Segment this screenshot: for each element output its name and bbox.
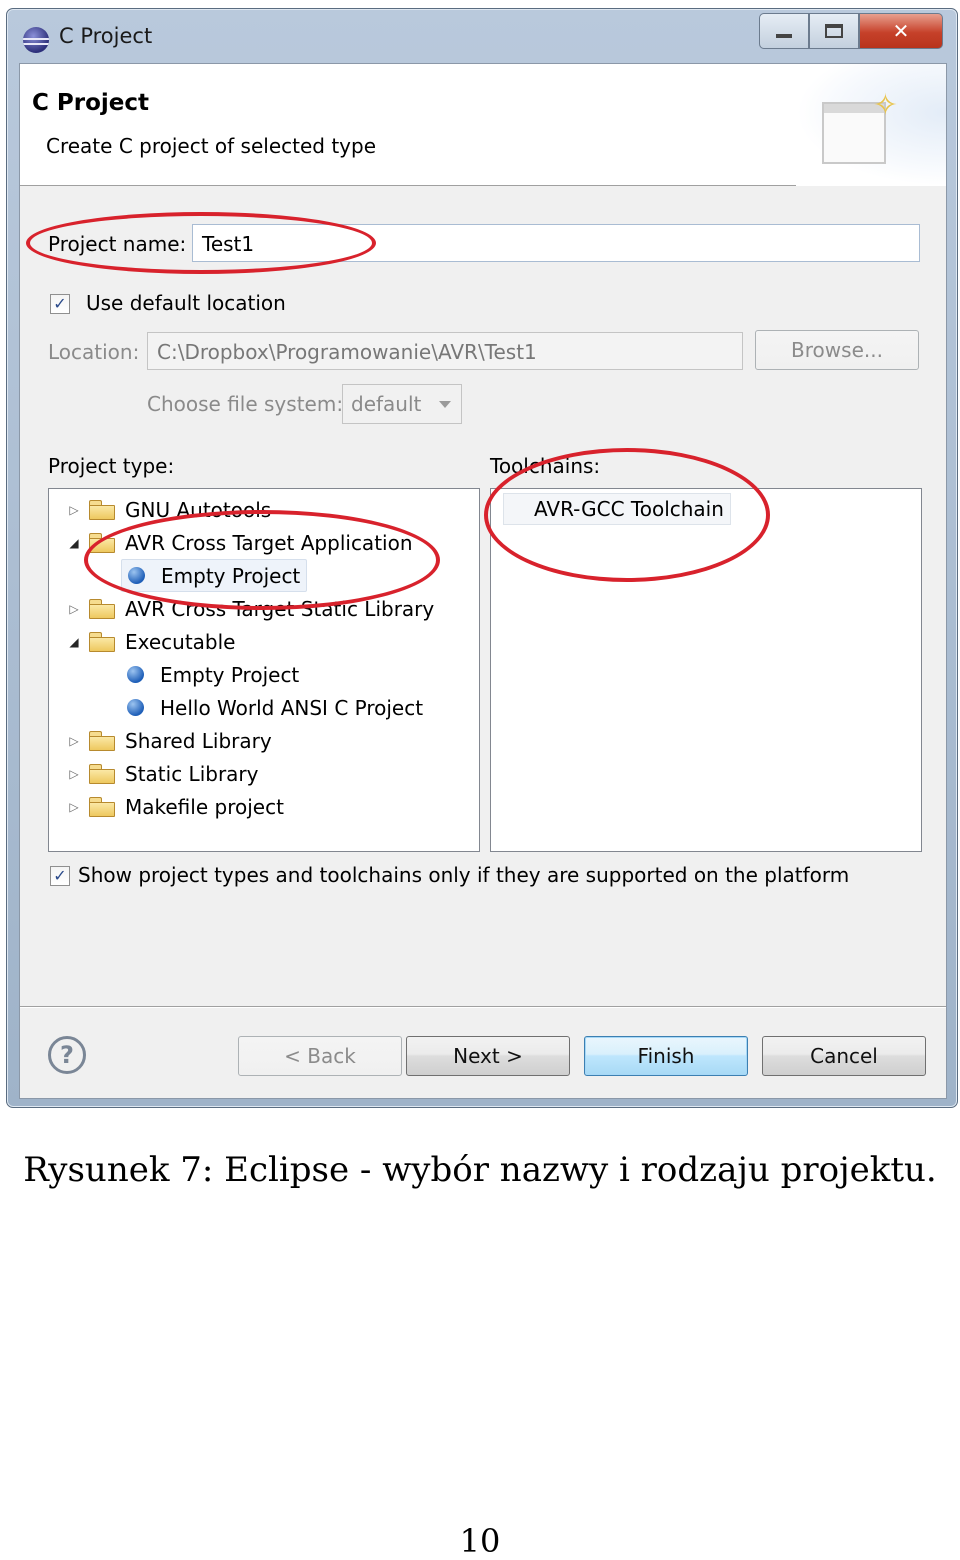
minimize-button[interactable]	[759, 13, 809, 49]
close-button[interactable]: ✕	[859, 13, 943, 49]
folder-icon	[89, 533, 115, 553]
tree-item-label: Empty Project	[160, 662, 300, 687]
tree-item-shared-library[interactable]: ▷ Shared Library	[63, 724, 272, 757]
tree-item-avr-empty-project[interactable]: Empty Project	[121, 559, 308, 592]
expand-arrow-icon[interactable]: ▷	[63, 734, 85, 748]
tree-item-label: AVR Cross Target Static Library	[125, 596, 435, 621]
browse-button[interactable]: Browse...	[755, 330, 919, 370]
title-bar[interactable]: C Project ✕	[7, 9, 957, 63]
toolchains-list[interactable]: AVR-GCC Toolchain	[490, 488, 922, 852]
project-type-label: Project type:	[48, 454, 175, 478]
tree-item-executable-empty-project[interactable]: Empty Project	[121, 658, 299, 691]
tree-item-executable[interactable]: ◢ Executable	[63, 625, 236, 658]
tree-item-gnu-autotools[interactable]: ▷ GNU Autotools	[63, 493, 271, 526]
page-description: Create C project of selected type	[46, 134, 376, 158]
minimize-icon	[776, 34, 792, 38]
chevron-down-icon	[439, 401, 451, 408]
maximize-icon	[825, 24, 843, 38]
expand-arrow-icon[interactable]: ▷	[63, 800, 85, 814]
tree-item-label: Hello World ANSI C Project	[160, 695, 424, 720]
collapse-arrow-icon[interactable]: ◢	[63, 536, 85, 550]
tree-item-hello-world-ansi-c[interactable]: Hello World ANSI C Project	[121, 691, 423, 724]
toolchain-item-avr-gcc[interactable]: AVR-GCC Toolchain	[503, 493, 731, 525]
expand-arrow-icon[interactable]: ▷	[63, 767, 85, 781]
check-icon: ✓	[53, 294, 67, 313]
tree-item-label: Executable	[125, 629, 236, 654]
toolchains-label: Toolchains:	[490, 454, 601, 478]
tree-item-makefile-project[interactable]: ▷ Makefile project	[63, 790, 284, 823]
project-type-tree[interactable]: ▷ GNU Autotools ◢ AVR Cross Target Appli…	[48, 488, 480, 852]
wizard-banner-icon: ✧	[822, 88, 898, 166]
location-label: Location:	[48, 340, 140, 364]
window-title: C Project	[59, 24, 153, 48]
close-icon: ✕	[892, 19, 910, 43]
expand-arrow-icon[interactable]: ▷	[63, 503, 85, 517]
tree-item-label: Static Library	[125, 761, 259, 786]
cancel-button[interactable]: Cancel	[762, 1036, 926, 1076]
eclipse-app-icon	[23, 27, 49, 53]
tree-item-label: Shared Library	[125, 728, 272, 753]
project-dot-icon	[128, 567, 145, 584]
window-controls: ✕	[759, 13, 943, 49]
project-name-label: Project name:	[48, 232, 187, 256]
page-title: C Project	[32, 90, 149, 116]
use-default-location-checkbox[interactable]: ✓	[50, 294, 70, 314]
wizard-header: C Project Create C project of selected t…	[20, 64, 946, 186]
back-button[interactable]: < Back	[238, 1036, 402, 1076]
c-project-dialog: C Project ✕ C Project Create C project o…	[6, 8, 958, 1108]
tree-item-label: GNU Autotools	[125, 497, 272, 522]
file-system-label: Choose file system:	[147, 392, 344, 416]
finish-button[interactable]: Finish	[584, 1036, 748, 1076]
project-dot-icon	[127, 666, 144, 683]
next-button[interactable]: Next >	[406, 1036, 570, 1076]
tree-item-avr-cross-target-application[interactable]: ◢ AVR Cross Target Application	[63, 526, 413, 559]
collapse-arrow-icon[interactable]: ◢	[63, 635, 85, 649]
check-icon: ✓	[53, 866, 67, 885]
show-supported-label: Show project types and toolchains only i…	[78, 863, 850, 887]
tree-item-label: Makefile project	[125, 794, 284, 819]
folder-icon	[89, 764, 115, 784]
tree-item-avr-cross-target-static-library[interactable]: ▷ AVR Cross Target Static Library	[63, 592, 434, 625]
use-default-location-label: Use default location	[86, 291, 286, 315]
tree-item-label: Empty Project	[161, 563, 301, 588]
page-number: 10	[459, 1522, 501, 1560]
folder-icon	[89, 632, 115, 652]
footer-separator	[20, 1006, 946, 1008]
maximize-button[interactable]	[809, 13, 859, 49]
location-input[interactable]: C:\Dropbox\Programowanie\AVR\Test1	[147, 332, 743, 370]
file-system-select[interactable]: default	[342, 384, 462, 424]
folder-icon	[89, 731, 115, 751]
folder-icon	[89, 500, 115, 520]
project-dot-icon	[127, 699, 144, 716]
tree-item-label: AVR Cross Target Application	[125, 530, 413, 555]
expand-arrow-icon[interactable]: ▷	[63, 602, 85, 616]
dialog-client-area: C Project Create C project of selected t…	[19, 63, 947, 1099]
figure-caption: Rysunek 7: Eclipse - wybór nazwy i rodza…	[23, 1150, 937, 1190]
folder-icon	[89, 797, 115, 817]
folder-icon	[89, 599, 115, 619]
show-supported-checkbox[interactable]: ✓	[50, 866, 70, 886]
file-system-value: default	[351, 392, 422, 416]
project-name-input[interactable]: Test1	[192, 224, 920, 262]
help-icon[interactable]: ?	[48, 1036, 86, 1074]
tree-item-static-library[interactable]: ▷ Static Library	[63, 757, 258, 790]
